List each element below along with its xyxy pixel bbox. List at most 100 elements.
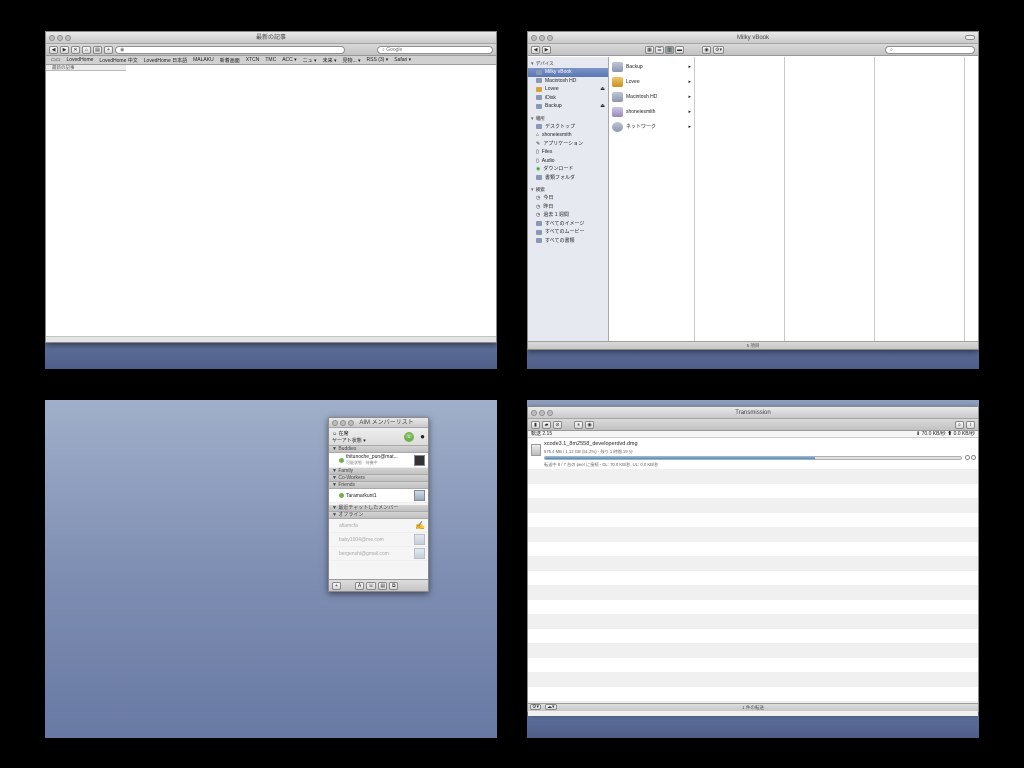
- bookmark-item[interactable]: LovedHome: [66, 57, 93, 63]
- close-icon[interactable]: [49, 35, 55, 41]
- open-torrent-button[interactable]: ▮: [531, 420, 540, 429]
- open-folder-button[interactable]: ▰: [542, 420, 551, 429]
- quicklook-button[interactable]: ◉: [702, 45, 711, 54]
- column-item[interactable]: ネットワーク ▸: [609, 119, 694, 134]
- bookmark-item[interactable]: MALAKU: [193, 57, 214, 63]
- reader-button[interactable]: ▤: [93, 45, 102, 54]
- remove-button[interactable]: ⊘: [553, 420, 562, 429]
- search-field[interactable]: ⌕: [885, 45, 975, 54]
- sidebar-item-device[interactable]: Backup ⏏: [528, 102, 608, 111]
- minimize-icon[interactable]: [539, 410, 545, 416]
- back-button[interactable]: ◀: [49, 45, 58, 54]
- zoom-icon[interactable]: [65, 35, 71, 41]
- pause-icon[interactable]: [965, 455, 970, 460]
- sidebar-item-search[interactable]: すべての書類: [528, 237, 608, 246]
- sidebar-item-place[interactable]: ⌂ shoneiesmith: [528, 131, 608, 140]
- close-icon[interactable]: [332, 420, 338, 426]
- group-recent[interactable]: ▼ 最近チャットしたメンバー: [329, 505, 428, 512]
- bookmark-item[interactable]: ニュ ▾: [303, 57, 317, 64]
- column-item[interactable]: Backup ▸: [609, 59, 694, 74]
- sidebar-item-search[interactable]: すべてのムービー: [528, 228, 608, 237]
- sidebar-item-search[interactable]: ◷ 今日: [528, 194, 608, 203]
- bookmark-item[interactable]: ACC ▾: [282, 57, 296, 63]
- group-family[interactable]: ▼ Family: [329, 468, 428, 475]
- search-field[interactable]: ⌕ Google: [377, 45, 493, 54]
- forward-button[interactable]: ▶: [60, 45, 69, 54]
- bookmark-dropdown-item[interactable]: 最新の記事: [46, 65, 126, 71]
- im-button[interactable]: A: [355, 581, 364, 590]
- filter-button[interactable]: ⌕: [955, 420, 964, 429]
- speed-limit-button[interactable]: ☁▾: [545, 704, 557, 710]
- sidebar-item-device[interactable]: Macintosh HD: [528, 77, 608, 86]
- bookmark-item[interactable]: 未来 ▾: [323, 57, 337, 64]
- stop-button[interactable]: ✕: [71, 45, 80, 54]
- sidebar-item-place[interactable]: ▯ Files: [528, 148, 608, 157]
- forward-button[interactable]: ▶: [542, 45, 551, 54]
- address-bar[interactable]: ◉: [115, 45, 345, 54]
- add-bookmark-button[interactable]: +: [104, 45, 113, 54]
- sidebar-item-search[interactable]: すべてのイメージ: [528, 220, 608, 229]
- minimize-icon[interactable]: [57, 35, 63, 41]
- buddy-row[interactable]: Taramarkunt1: [329, 489, 428, 503]
- column-item[interactable]: shoneiesmith ▸: [609, 104, 694, 119]
- sidebar-item-device[interactable]: iDisk: [528, 94, 608, 103]
- close-icon[interactable]: [531, 35, 537, 41]
- bookmark-item[interactable]: Safari ▾: [394, 57, 411, 63]
- sidebar-item-place[interactable]: ▯ Audio: [528, 157, 608, 166]
- sidebar-item-search[interactable]: ◷ 過去 1 週間: [528, 211, 608, 220]
- info-button[interactable]: ▤: [378, 581, 388, 590]
- sidebar-item-place[interactable]: ✎ アプリケーション: [528, 140, 608, 149]
- group-offline[interactable]: ▼ オフライン: [329, 512, 428, 519]
- close-icon[interactable]: [531, 410, 537, 416]
- bookmark-item[interactable]: LovedHome 中文: [99, 57, 137, 64]
- zoom-icon[interactable]: [348, 420, 354, 426]
- back-button[interactable]: ◀: [531, 45, 540, 54]
- sidebar-item-device[interactable]: Milky vBook: [528, 68, 608, 77]
- bookmark-item[interactable]: 見物... ▾: [342, 57, 360, 64]
- add-buddy-button[interactable]: +: [332, 581, 341, 590]
- sidebar-item-place[interactable]: デスクトップ: [528, 123, 608, 132]
- bookmarks-icon[interactable]: ▭▭: [51, 57, 60, 63]
- column-item[interactable]: Macintosh HD ▸: [609, 89, 694, 104]
- phone-icon[interactable]: ☏: [404, 432, 414, 442]
- action-gear-button[interactable]: ⚙▾: [530, 704, 541, 710]
- info-button[interactable]: i: [966, 420, 975, 429]
- group-coworkers[interactable]: ▼ Co-Workers: [329, 475, 428, 482]
- coverflow-view-button[interactable]: ▬: [675, 45, 684, 54]
- zoom-icon[interactable]: [547, 410, 553, 416]
- bookmark-item[interactable]: XTCN: [246, 57, 260, 63]
- resume-all-button[interactable]: ◉: [585, 420, 594, 429]
- reveal-icon[interactable]: [971, 455, 976, 460]
- eject-icon[interactable]: ⏏: [600, 85, 605, 94]
- home-button[interactable]: ⌂: [82, 45, 91, 54]
- zoom-icon[interactable]: [547, 35, 553, 41]
- sidebar-item-device[interactable]: Lovee ⏏: [528, 85, 608, 94]
- bookmark-item[interactable]: TMC: [265, 57, 276, 63]
- bookmark-item[interactable]: RSS (3) ▾: [367, 57, 389, 63]
- column-view-button[interactable]: ▥: [665, 45, 674, 54]
- buddy-row-offline[interactable]: baby1004@me.com: [329, 533, 428, 547]
- minimize-icon[interactable]: [340, 420, 346, 426]
- bookmark-item[interactable]: 新着画面: [220, 57, 240, 64]
- action-gear-button[interactable]: ⚙▾: [713, 45, 724, 54]
- sidebar-item-place[interactable]: 書類フォルダ: [528, 174, 608, 183]
- group-buddies[interactable]: ▼ Buddies: [329, 446, 428, 453]
- call-button[interactable]: ☏: [366, 581, 377, 590]
- list-view-button[interactable]: ☰: [655, 45, 664, 54]
- column-item[interactable]: Lovee ▸: [609, 74, 694, 89]
- torrent-row[interactable]: xcode3.1_8m2558_developerdvd.dmg 575.4 M…: [528, 438, 978, 469]
- safari-resize-grip[interactable]: [46, 336, 496, 342]
- bookmark-item[interactable]: LovedHome 日本語: [144, 57, 187, 64]
- sidebar-item-search[interactable]: ◷ 昨日: [528, 203, 608, 212]
- eject-icon[interactable]: ⏏: [600, 102, 605, 111]
- toolbar-toggle-button[interactable]: [965, 35, 975, 40]
- minimize-icon[interactable]: [539, 35, 545, 41]
- buddy-row[interactable]: thitunoche_pun@mat... 可能状態 · 待機中: [329, 453, 428, 468]
- buddy-row-offline[interactable]: bergenshi@gmail.com: [329, 547, 428, 561]
- icon-view-button[interactable]: ▦: [645, 45, 654, 54]
- pause-all-button[interactable]: ⏸: [574, 420, 583, 429]
- group-friends[interactable]: ▼ Friends: [329, 482, 428, 489]
- buddy-row-offline[interactable]: afiamcfa ✍: [329, 519, 428, 533]
- window-button[interactable]: ⧉: [389, 581, 399, 590]
- sidebar-item-place[interactable]: ◉ ダウンロード: [528, 165, 608, 174]
